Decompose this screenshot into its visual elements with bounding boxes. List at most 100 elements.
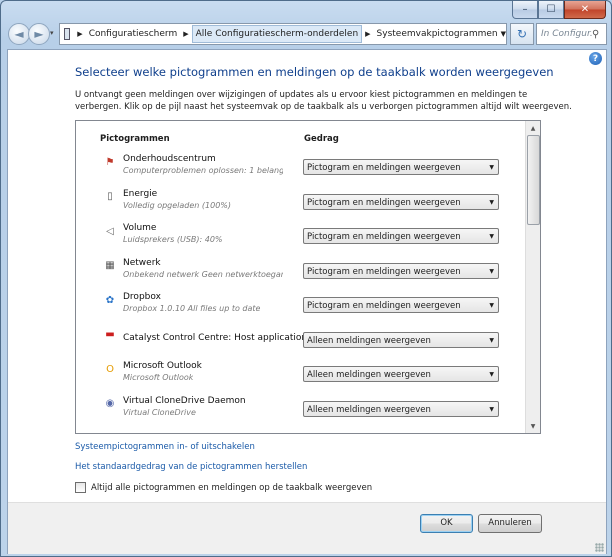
dialog-footer: OK Annuleren xyxy=(8,502,606,554)
caption-buttons: – ☐ ✕ xyxy=(512,1,606,19)
page-title: Selecteer welke pictogrammen en meldinge… xyxy=(75,65,554,79)
list-item: ▬ Catalyst Control Centre: Host applicati… xyxy=(76,324,524,358)
resize-grip[interactable] xyxy=(595,543,604,552)
cancel-button[interactable]: Annuleren xyxy=(478,514,542,533)
forward-button[interactable]: ► xyxy=(28,23,50,45)
behavior-select[interactable]: Pictogram en meldingen weergeven ▼ xyxy=(303,297,499,313)
window-frame: – ☐ ✕ ◄ ► ▾ ▶ Configuratiescherm ▶ Alle … xyxy=(0,0,612,557)
column-header-icons: Pictogrammen xyxy=(100,134,170,144)
back-button[interactable]: ◄ xyxy=(8,23,30,45)
behavior-select[interactable]: Alleen meldingen weergeven ▼ xyxy=(303,331,499,348)
list-item: O Microsoft Outlook Microsoft Outlook Allee… xyxy=(76,358,524,392)
app-status: Virtual CloneDrive xyxy=(123,407,196,417)
app-icon: ▬ xyxy=(105,329,115,340)
app-name: Onderhoudscentrum xyxy=(123,154,216,164)
chevron-down-icon: ▼ xyxy=(489,198,494,206)
behavior-value: Pictogram en meldingen weergeven xyxy=(307,232,461,242)
content-pane: ? Selecteer welke pictogrammen en meldin… xyxy=(7,49,607,554)
close-button[interactable]: ✕ xyxy=(564,1,606,19)
checkbox-label: Altijd alle pictogrammen en meldingen op… xyxy=(91,482,373,493)
maximize-button[interactable]: ☐ xyxy=(538,1,564,19)
scroll-down-icon[interactable]: ▼ xyxy=(526,419,540,433)
behavior-select[interactable]: Alleen meldingen weergeven ▼ xyxy=(303,366,499,382)
chevron-down-icon: ▼ xyxy=(489,233,494,240)
app-icon: ▯ xyxy=(107,191,113,202)
search-box[interactable]: In Configur... ⚲ xyxy=(536,23,607,45)
list-item: ◁ Volume Luidsprekers (USB): 40% Pictogram … xyxy=(76,220,524,254)
search-input[interactable]: In Configur... xyxy=(537,29,592,39)
back-arrow-icon: ◄ xyxy=(14,27,24,41)
app-name: Virtual CloneDrive Daemon xyxy=(123,395,246,406)
app-status: Microsoft Outlook xyxy=(123,373,194,382)
chevron-down-icon: ▼ xyxy=(489,302,494,309)
ok-button[interactable]: OK xyxy=(420,514,473,533)
app-status: Computerproblemen oplossen: 1 belangrij.… xyxy=(123,166,283,175)
refresh-icon: ↻ xyxy=(516,27,528,41)
app-icon: O xyxy=(106,363,114,375)
behavior-select[interactable]: Alleen meldingen weergeven ▼ xyxy=(303,400,499,417)
breadcrumb-all-items[interactable]: Alle Configuratiescherm-onderdelen xyxy=(191,25,363,43)
always-show-checkbox[interactable]: Altijd alle pictogrammen en meldingen op… xyxy=(75,482,372,493)
app-name: Dropbox xyxy=(123,292,161,302)
breadcrumb-separator-icon[interactable]: ▶ xyxy=(180,30,191,38)
app-name: Microsoft Outlook xyxy=(123,361,202,371)
app-name: Netwerk xyxy=(123,257,161,268)
breadcrumb-notification-icons[interactable]: Systeemvakpictogrammen xyxy=(374,29,501,39)
behavior-value: Alleen meldingen weergeven xyxy=(307,404,431,415)
column-header-behavior: Gedrag xyxy=(304,134,339,144)
behavior-value: Alleen meldingen weergeven xyxy=(307,370,431,380)
app-icon: ◁ xyxy=(106,225,114,237)
list-item: ▦ Netwerk Onbekend netwerk Geen netwerktoe… xyxy=(76,255,524,289)
list-item: ◉ Virtual CloneDrive Daemon Virtual CloneD… xyxy=(76,393,524,427)
minimize-button[interactable]: – xyxy=(512,1,538,19)
list-item: ▯ Energie Volledig opgeladen (100%) Pictogr… xyxy=(76,186,524,220)
app-status: Dropbox 1.0.10 All files up to date xyxy=(123,304,261,313)
address-dropdown-icon[interactable]: ▼ xyxy=(501,30,506,38)
app-icon: ⚑ xyxy=(105,156,115,168)
navigation-bar: ◄ ► ▾ ▶ Configuratiescherm ▶ Alle Config… xyxy=(7,21,607,47)
chevron-down-icon: ▼ xyxy=(489,336,494,344)
chevron-down-icon: ▼ xyxy=(489,267,494,275)
list-item: ⚑ Onderhoudscentrum Computerproblemen oplo… xyxy=(76,151,524,185)
address-bar[interactable]: ▶ Configuratiescherm ▶ Alle Configuratie… xyxy=(59,23,507,45)
behavior-value: Pictogram en meldingen weergeven xyxy=(307,266,461,277)
app-status: Luidsprekers (USB): 40% xyxy=(123,235,223,244)
breadcrumb-control-panel[interactable]: Configuratiescherm xyxy=(86,29,181,39)
system-icons-link[interactable]: Systeempictogrammen in- of uitschakelen xyxy=(75,442,255,452)
computer-icon xyxy=(64,28,71,40)
page-description: U ontvangt geen meldingen over wijziging… xyxy=(75,90,572,112)
list-item: ✿ Dropbox Dropbox 1.0.10 All files up to d… xyxy=(76,289,524,323)
behavior-value: Pictogram en meldingen weergeven xyxy=(307,197,461,208)
app-name: Volume xyxy=(123,223,157,233)
notification-icons-list[interactable]: Pictogrammen Gedrag ⚑ Onderhoudscentrum Co… xyxy=(75,120,541,434)
scroll-thumb[interactable] xyxy=(527,135,540,225)
refresh-button[interactable]: ↻ xyxy=(510,23,534,45)
behavior-select[interactable]: Pictogram en meldingen weergeven ▼ xyxy=(303,228,499,244)
behavior-value: Pictogram en meldingen weergeven xyxy=(307,163,461,173)
behavior-value: Alleen meldingen weergeven xyxy=(307,335,431,346)
chevron-down-icon: ▼ xyxy=(489,371,494,378)
app-status: Onbekend netwerk Geen netwerktoegan... xyxy=(123,269,283,279)
app-status: Volledig opgeladen (100%) xyxy=(123,200,232,210)
vertical-scrollbar[interactable]: ▲ ▼ xyxy=(525,121,540,433)
restore-default-link[interactable]: Het standaardgedrag van de pictogrammen … xyxy=(75,462,307,472)
forward-arrow-icon: ► xyxy=(34,27,44,41)
history-dropdown-icon[interactable]: ▾ xyxy=(50,29,54,37)
scroll-up-icon[interactable]: ▲ xyxy=(526,121,540,135)
checkbox-box[interactable] xyxy=(75,482,86,493)
behavior-select[interactable]: Pictogram en meldingen weergeven ▼ xyxy=(303,193,499,210)
chevron-down-icon: ▼ xyxy=(489,164,494,171)
search-icon[interactable]: ⚲ xyxy=(592,29,606,40)
app-name: Catalyst Control Centre: Host applicatio… xyxy=(123,332,308,343)
help-icon[interactable]: ? xyxy=(589,52,602,65)
app-icon: ◉ xyxy=(105,398,115,409)
app-icon: ✿ xyxy=(105,294,115,306)
behavior-value: Pictogram en meldingen weergeven xyxy=(307,301,461,311)
behavior-select[interactable]: Pictogram en meldingen weergeven ▼ xyxy=(303,262,499,279)
breadcrumb-separator-icon[interactable]: ▶ xyxy=(74,30,85,38)
behavior-select[interactable]: Pictogram en meldingen weergeven ▼ xyxy=(303,159,499,175)
app-name: Energie xyxy=(123,188,158,199)
breadcrumb-separator-icon[interactable]: ▶ xyxy=(362,30,373,38)
app-icon: ▦ xyxy=(105,260,115,271)
chevron-down-icon: ▼ xyxy=(489,405,494,413)
